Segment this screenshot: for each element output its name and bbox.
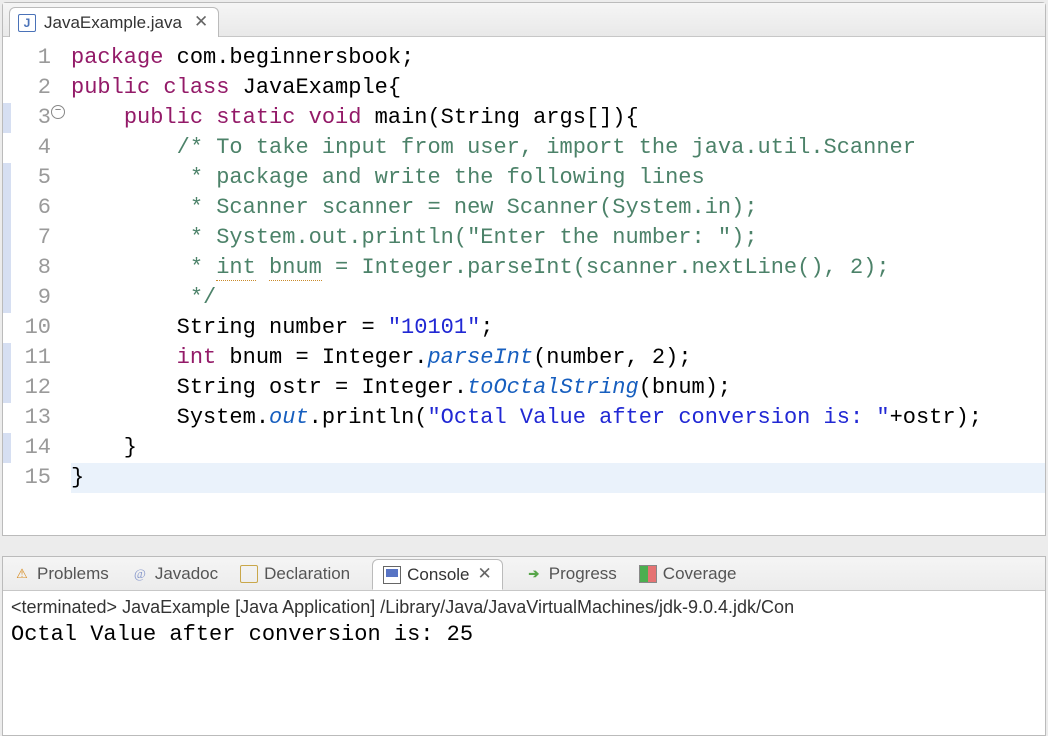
line-number: 14 <box>3 433 57 463</box>
at-icon: @ <box>131 565 149 583</box>
code-line[interactable]: * package and write the following lines <box>71 165 705 190</box>
code-line[interactable]: int bnum = Integer.parseInt(number, 2); <box>71 345 692 370</box>
view-tab-bar: ⚠ Problems @ Javadoc Declaration Console… <box>3 557 1045 591</box>
code-line[interactable]: */ <box>71 285 216 310</box>
code-line[interactable]: String ostr = Integer.toOctalString(bnum… <box>71 375 731 400</box>
tab-label: Javadoc <box>155 564 218 584</box>
line-number: 1 <box>3 43 57 73</box>
pane-divider[interactable] <box>0 536 1048 542</box>
tab-label: Problems <box>37 564 109 584</box>
code-line[interactable]: package com.beginnersbook; <box>71 45 414 70</box>
line-number: 7 <box>3 223 57 253</box>
line-number: 2 <box>3 73 57 103</box>
code-line[interactable]: } <box>71 463 1045 493</box>
bottom-pane: ⚠ Problems @ Javadoc Declaration Console… <box>2 556 1046 736</box>
java-file-icon: J <box>18 14 36 32</box>
tab-console[interactable]: Console ✕ <box>372 559 503 590</box>
code-line[interactable]: * int bnum = Integer.parseInt(scanner.ne… <box>71 255 890 281</box>
code-line[interactable]: public class JavaExample{ <box>71 75 401 100</box>
line-number: 10 <box>3 313 57 343</box>
line-number: 13 <box>3 403 57 433</box>
tab-label: Progress <box>549 564 617 584</box>
code-line[interactable]: public static void main(String args[]){ <box>71 105 639 130</box>
console-body: <terminated> JavaExample [Java Applicati… <box>3 591 1045 653</box>
code-area[interactable]: 123456789101112131415 package com.beginn… <box>3 37 1045 535</box>
console-icon <box>383 566 401 584</box>
editor-pane: J JavaExample.java ✕ 1234567891011121314… <box>2 2 1046 536</box>
tab-label: Coverage <box>663 564 737 584</box>
tab-declaration[interactable]: Declaration <box>240 564 350 584</box>
code-text[interactable]: package com.beginnersbook; public class … <box>63 37 1045 535</box>
line-number: 11 <box>3 343 57 373</box>
close-icon[interactable]: ✕ <box>478 564 492 585</box>
console-process-descriptor: <terminated> JavaExample [Java Applicati… <box>11 595 1037 619</box>
line-number: 6 <box>3 193 57 223</box>
line-number: 4 <box>3 133 57 163</box>
warning-icon: ⚠ <box>13 565 31 583</box>
line-number-gutter: 123456789101112131415 <box>3 37 63 535</box>
declaration-icon <box>240 565 258 583</box>
tab-progress[interactable]: ➔ Progress <box>525 564 617 584</box>
console-output[interactable]: Octal Value after conversion is: 25 <box>11 619 1037 649</box>
line-number: 5 <box>3 163 57 193</box>
tab-problems[interactable]: ⚠ Problems <box>13 564 109 584</box>
coverage-icon <box>639 565 657 583</box>
fold-toggle-icon[interactable] <box>51 105 65 119</box>
line-number: 9 <box>3 283 57 313</box>
line-number: 3 <box>3 103 57 133</box>
editor-tab-bar: J JavaExample.java ✕ <box>3 3 1045 37</box>
progress-icon: ➔ <box>525 565 543 583</box>
line-number: 12 <box>3 373 57 403</box>
code-line[interactable]: System.out.println("Octal Value after co… <box>71 405 982 430</box>
close-icon[interactable]: ✕ <box>194 12 208 33</box>
code-line[interactable]: /* To take input from user, import the j… <box>71 135 916 160</box>
tab-javadoc[interactable]: @ Javadoc <box>131 564 218 584</box>
tab-label: Declaration <box>264 564 350 584</box>
tab-label: Console <box>407 565 469 585</box>
code-line[interactable]: * System.out.println("Enter the number: … <box>71 225 758 250</box>
code-line[interactable]: * Scanner scanner = new Scanner(System.i… <box>71 195 758 220</box>
line-number: 8 <box>3 253 57 283</box>
tab-coverage[interactable]: Coverage <box>639 564 737 584</box>
editor-tab-javaexample[interactable]: J JavaExample.java ✕ <box>9 7 219 37</box>
editor-tab-label: JavaExample.java <box>44 13 182 33</box>
code-line[interactable]: } <box>71 435 137 460</box>
line-number: 15 <box>3 463 57 493</box>
code-line[interactable]: String number = "10101"; <box>71 315 493 340</box>
